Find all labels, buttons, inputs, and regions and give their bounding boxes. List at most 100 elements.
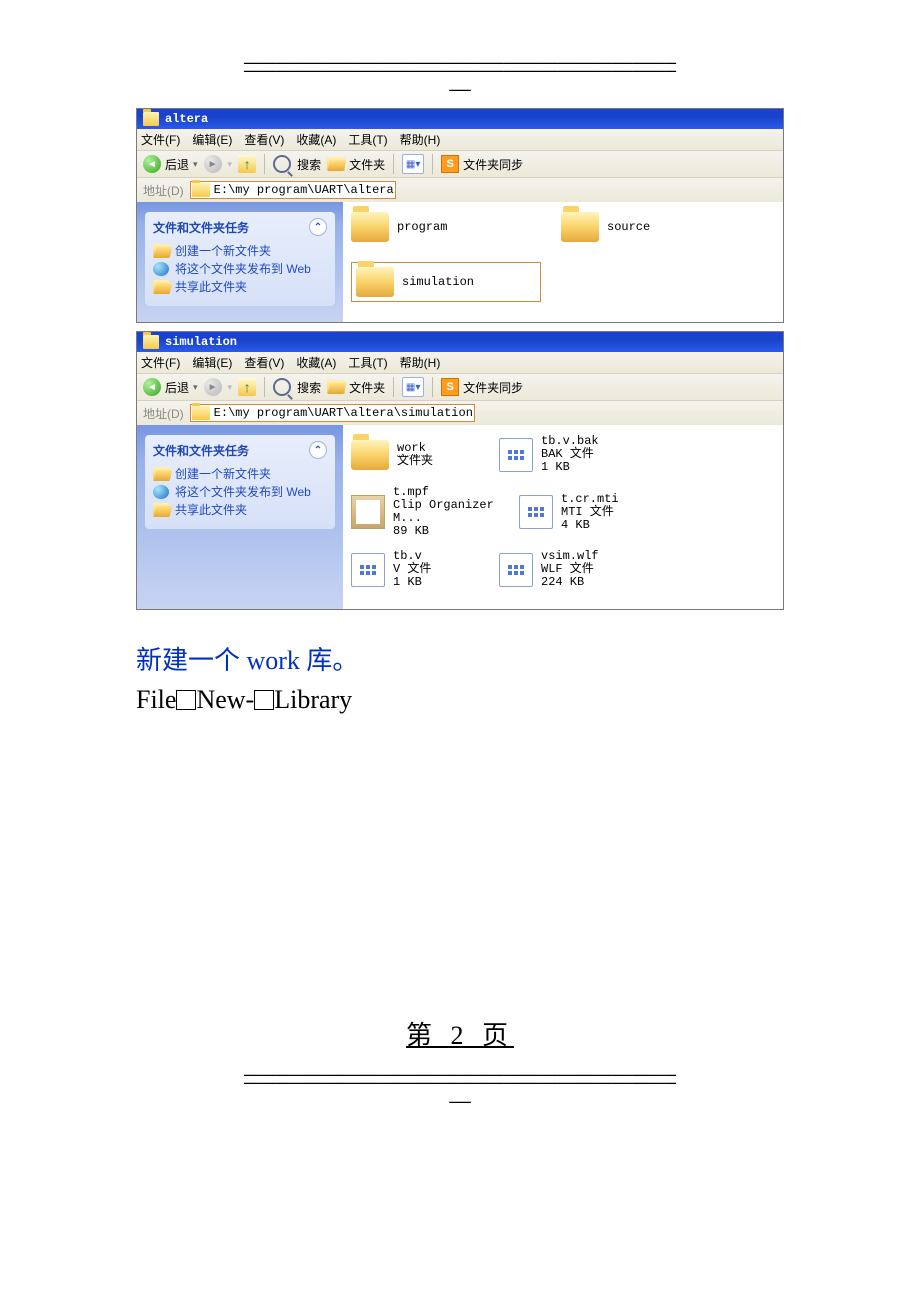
folders-button[interactable]: 文件夹	[327, 379, 385, 396]
folder-simulation[interactable]: simulation	[351, 262, 541, 302]
panel-heading: 文件和文件夹任务	[153, 442, 249, 459]
menu-edit[interactable]: 编辑(E)	[192, 131, 232, 148]
titlebar[interactable]: simulation	[137, 332, 783, 352]
menu-view[interactable]: 查看(V)	[244, 131, 284, 148]
globe-icon	[153, 262, 169, 276]
folder-source[interactable]: source	[561, 212, 741, 242]
folder-icon	[356, 267, 394, 297]
sync-button[interactable]: S 文件夹同步	[441, 378, 523, 396]
address-label: 地址(D)	[143, 182, 184, 199]
top-separator: ————————————————————————————————————————…	[136, 60, 784, 98]
menu-fav[interactable]: 收藏(A)	[296, 131, 336, 148]
new-folder-icon	[153, 244, 169, 258]
search-button[interactable]: 搜索	[273, 155, 321, 173]
file-icon	[519, 495, 553, 529]
menu-fav[interactable]: 收藏(A)	[296, 354, 336, 371]
task-publish[interactable]: 将这个文件夹发布到 Web	[153, 260, 327, 278]
task-panel: 文件和文件夹任务 ⌃ 创建一个新文件夹 将这个文件夹发布到 Web 共享此文件夹	[145, 212, 335, 306]
explorer-window-altera: altera 文件(F) 编辑(E) 查看(V) 收藏(A) 工具(T) 帮助(…	[136, 108, 784, 323]
view-button[interactable]: ▦▾	[402, 154, 424, 174]
address-input[interactable]: E:\my program\UART\altera\simulation	[190, 404, 475, 422]
menu-view[interactable]: 查看(V)	[244, 354, 284, 371]
folder-program[interactable]: program	[351, 212, 531, 242]
file-icon	[499, 438, 533, 472]
search-icon	[273, 155, 291, 173]
bottom-separator: ————————————————————————————————————————…	[136, 1072, 784, 1110]
folder-icon	[351, 440, 389, 470]
folder-icon	[351, 212, 389, 242]
forward-button[interactable]: ►	[204, 155, 222, 173]
titlebar[interactable]: altera	[137, 109, 783, 129]
folder-icon	[192, 183, 210, 197]
menu-help[interactable]: 帮助(H)	[400, 354, 441, 371]
back-arrow-icon: ◄	[143, 378, 161, 396]
search-button[interactable]: 搜索	[273, 378, 321, 396]
new-folder-icon	[153, 467, 169, 481]
menu-tools[interactable]: 工具(T)	[348, 354, 387, 371]
globe-icon	[153, 485, 169, 499]
address-label: 地址(D)	[143, 405, 184, 422]
folder-icon	[192, 406, 210, 420]
placeholder-box-icon	[176, 690, 196, 710]
sync-icon: S	[441, 378, 459, 396]
dropdown-icon: ▾	[193, 382, 198, 393]
task-share[interactable]: 共享此文件夹	[153, 278, 327, 296]
placeholder-box-icon	[254, 690, 274, 710]
file-t-mpf[interactable]: t.mpf Clip Organizer M... 89 KB	[351, 486, 501, 538]
address-input[interactable]: E:\my program\UART\altera	[190, 181, 396, 199]
toolbar: ◄ 后退 ▾ ► ▾ ↑ 搜索 文件夹 ▦▾ S 文件夹同步	[137, 373, 783, 400]
footer: 第 2 页 ——————————————————————————————————…	[136, 1015, 784, 1110]
menu-tools[interactable]: 工具(T)	[348, 131, 387, 148]
folder-icon	[561, 212, 599, 242]
menu-file[interactable]: 文件(F)	[141, 131, 180, 148]
view-button[interactable]: ▦▾	[402, 377, 424, 397]
menubar: 文件(F) 编辑(E) 查看(V) 收藏(A) 工具(T) 帮助(H)	[137, 352, 783, 373]
sync-button[interactable]: S 文件夹同步	[441, 155, 523, 173]
search-icon	[273, 378, 291, 396]
up-button[interactable]: ↑	[238, 378, 256, 396]
task-publish[interactable]: 将这个文件夹发布到 Web	[153, 483, 327, 501]
file-icon	[351, 553, 385, 587]
task-new-folder[interactable]: 创建一个新文件夹	[153, 465, 327, 483]
file-icon	[499, 553, 533, 587]
task-share[interactable]: 共享此文件夹	[153, 501, 327, 519]
folder-work[interactable]: work 文件夹	[351, 435, 481, 474]
file-vsim-wlf[interactable]: vsim.wlf WLF 文件 224 KB	[499, 550, 649, 589]
file-tb-v[interactable]: tb.v V 文件 1 KB	[351, 550, 481, 589]
addressbar: 地址(D) E:\my program\UART\altera\simulati…	[137, 400, 783, 425]
folder-open-icon	[327, 157, 345, 171]
forward-button[interactable]: ►	[204, 378, 222, 396]
panel-heading: 文件和文件夹任务	[153, 219, 249, 236]
explorer-window-simulation: simulation 文件(F) 编辑(E) 查看(V) 收藏(A) 工具(T)…	[136, 331, 784, 610]
share-icon	[153, 280, 169, 294]
back-button[interactable]: ◄ 后退 ▾	[143, 378, 198, 396]
back-button[interactable]: ◄ 后退 ▾	[143, 155, 198, 173]
collapse-icon[interactable]: ⌃	[309, 441, 327, 459]
addressbar: 地址(D) E:\my program\UART\altera	[137, 177, 783, 202]
collapse-icon[interactable]: ⌃	[309, 218, 327, 236]
folders-button[interactable]: 文件夹	[327, 156, 385, 173]
image-icon	[351, 495, 385, 529]
back-arrow-icon: ◄	[143, 155, 161, 173]
share-icon	[153, 503, 169, 517]
file-area: program source simulation	[343, 202, 783, 322]
window-title: simulation	[165, 335, 237, 349]
menu-file[interactable]: 文件(F)	[141, 354, 180, 371]
sidebar: 文件和文件夹任务 ⌃ 创建一个新文件夹 将这个文件夹发布到 Web 共享此文件夹	[137, 425, 343, 609]
file-t-cr-mti[interactable]: t.cr.mti MTI 文件 4 KB	[519, 486, 649, 538]
menu-help[interactable]: 帮助(H)	[400, 131, 441, 148]
up-button[interactable]: ↑	[238, 155, 256, 173]
folder-open-icon	[327, 380, 345, 394]
file-tb-v-bak[interactable]: tb.v.bak BAK 文件 1 KB	[499, 435, 629, 474]
instruction-path: FileNew-Library	[136, 685, 784, 715]
dropdown-icon: ▾	[228, 382, 233, 393]
toolbar: ◄ 后退 ▾ ► ▾ ↑ 搜索 文件夹 ▦▾ S 文件夹同步	[137, 150, 783, 177]
task-new-folder[interactable]: 创建一个新文件夹	[153, 242, 327, 260]
sidebar: 文件和文件夹任务 ⌃ 创建一个新文件夹 将这个文件夹发布到 Web 共享此文件夹	[137, 202, 343, 322]
window-title: altera	[165, 112, 208, 126]
dropdown-icon: ▾	[193, 159, 198, 170]
menu-edit[interactable]: 编辑(E)	[192, 354, 232, 371]
menubar: 文件(F) 编辑(E) 查看(V) 收藏(A) 工具(T) 帮助(H)	[137, 129, 783, 150]
file-area: work 文件夹 tb.v.bak BAK 文件 1 KB t.mpf	[343, 425, 783, 609]
page-number: 第 2 页	[406, 1021, 514, 1050]
